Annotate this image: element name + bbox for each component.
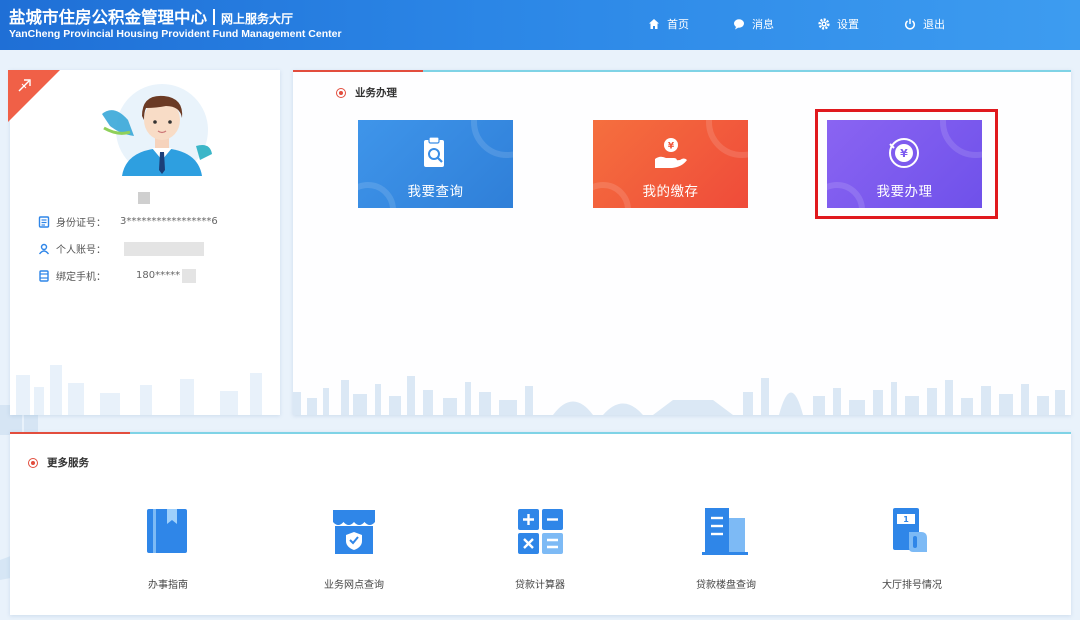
business-skyline [293,376,1065,415]
services-accent-line-teal [130,432,1071,434]
tile-query-decor [471,120,513,158]
tile-deposit-decor [706,120,748,158]
id-value: 3*****************6 [120,216,218,227]
id-label: 身份证号： [56,218,106,229]
panel-accent-line-teal [423,70,1071,72]
title-divider [213,9,215,25]
business-section-title: 业务办理 [336,85,397,100]
collapse-arrow-icon[interactable] [14,74,36,96]
tile-deposit[interactable]: ¥ 我的缴存 [593,120,748,208]
svg-text:1: 1 [903,515,909,524]
service-guide[interactable]: 办事指南 [93,506,243,598]
tile-query[interactable]: 我要查询 [358,120,513,208]
site-title-cn: 盐城市住房公积金管理中心 [9,8,207,27]
nav-messages[interactable]: 消息 [733,16,774,32]
services-title-text: 更多服务 [47,457,89,469]
services-section-title: 更多服务 [28,455,89,470]
svg-text:¥: ¥ [668,142,675,152]
building-icon [702,508,748,555]
account-row: 个人账号： [38,241,204,256]
site-subtitle-cn: 网上服务大厅 [221,12,294,26]
service-outlet-label: 业务网点查询 [324,580,384,591]
home-icon [648,18,660,30]
phone-icon [38,269,50,282]
nav-logout-label: 退出 [923,18,945,31]
person-icon [38,243,50,255]
clipboard-search-icon [424,136,444,167]
service-guide-label: 办事指南 [148,580,188,591]
phone-value: 180***** [136,270,181,281]
account-label: 个人账号： [56,245,106,256]
site-title-en: YanCheng Provincial Housing Provident Fu… [9,28,342,40]
nav-settings-label: 设置 [837,18,859,31]
shop-icon [333,510,375,554]
gear-icon [818,18,830,30]
phone-row: 绑定手机： 180***** [38,268,197,283]
tile-query-label: 我要查询 [407,184,464,200]
nav-home[interactable]: 首页 [648,16,689,32]
business-title-text: 业务办理 [355,87,397,99]
id-card-icon [38,215,50,228]
service-queue-label: 大厅排号情况 [882,580,942,591]
tile-deposit-label: 我的缴存 [642,184,699,200]
services-accent-line-red [10,432,130,434]
power-icon [904,18,916,30]
nav-logout[interactable]: 退出 [904,16,945,32]
top-header-bar: 盐城市住房公积金管理中心 网上服务大厅 YanCheng Provincial H… [0,0,1080,50]
record-dot-icon [336,87,346,98]
record-dot-icon [28,457,38,468]
service-queue-status[interactable]: 1 大厅排号情况 [837,506,987,598]
profile-skyline [16,365,262,415]
ticket-icon: 1 [893,508,927,552]
panel-accent-line-red [293,70,423,72]
nav-settings[interactable]: 设置 [818,16,859,32]
service-outlet-query[interactable]: 业务网点查询 [279,506,429,598]
profile-name-masked [138,192,150,204]
calculator-icon [518,509,563,554]
service-property-query[interactable]: 贷款楼盘查询 [651,506,801,598]
service-property-label: 贷款楼盘查询 [696,580,756,591]
service-loan-calculator[interactable]: 贷款计算器 [465,506,615,598]
phone-label: 绑定手机： [56,272,106,283]
nav-messages-label: 消息 [752,18,774,31]
phone-value-masked [182,268,197,283]
book-icon [147,509,187,553]
id-number-row: 身份证号： 3*****************6 [38,214,218,229]
service-calculator-label: 贷款计算器 [515,580,565,591]
site-title: 盐城市住房公积金管理中心 网上服务大厅 [9,4,293,28]
highlight-annotation-box [815,109,998,219]
message-icon [733,18,745,30]
avatar [100,84,212,176]
hand-yen-icon: ¥ [655,138,687,168]
nav-home-label: 首页 [667,18,689,31]
account-value-masked [124,241,204,256]
